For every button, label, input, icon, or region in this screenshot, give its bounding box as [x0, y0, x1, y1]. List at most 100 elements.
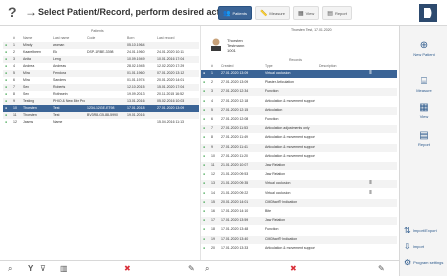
cell-type: Jaw Relation — [265, 172, 286, 177]
patient-row[interactable]: ● 11 Thorsten Test BV3R8-G5-88-5990 19.01.201… — [3, 112, 199, 119]
cell-created: 21.01.2020 09:35 — [221, 181, 249, 186]
record-row[interactable]: ● 2 27.01.2020 13:09 Plaster Articulation — [201, 79, 397, 87]
cell-type: Virtual occlusion — [265, 181, 291, 186]
patient-row[interactable]: ● 1 Mindy woman 05.10.1964 — [3, 42, 199, 49]
tab-view[interactable]: ▦ View — [292, 6, 320, 20]
report-button[interactable]: ▤ Report — [400, 130, 447, 147]
filter-clear-icon[interactable]: ⊽ — [40, 264, 46, 273]
record-row[interactable]: ● 13 21.01.2020 09:35 Virtual occlusion ≣ — [201, 180, 397, 189]
new-patient-button[interactable]: ⊕ New Patient — [400, 40, 447, 57]
cell-type: Jaw Relation — [265, 163, 286, 167]
record-row[interactable]: ● 5 27.01.2020 12:15 Articulation — [201, 106, 397, 115]
filter-icon[interactable]: Y — [28, 264, 33, 273]
cell-type: Bite — [265, 209, 272, 213]
cell-type: CMDfact® Indication — [265, 199, 298, 204]
delete-record-icon[interactable]: ✖ — [290, 264, 297, 273]
patient-row[interactable]: ● 4 Andrea Andreas 28.02.1945 12.02.2020 17:2… — [3, 63, 199, 70]
record-row[interactable]: ● 6 27.01.2020 12:08 Function — [201, 116, 397, 124]
record-status-dot-icon: ● — [203, 107, 206, 112]
record-row[interactable]: ● 8 27.01.2020 11:49 Articulation & movemen… — [201, 134, 397, 142]
record-status-dot-icon: ● — [203, 236, 206, 241]
cell-n: 7 — [211, 126, 213, 131]
cell-last: Roberts — [53, 85, 66, 89]
patient-row[interactable]: ● 3 Anita Leng 10.09.1949 10.01.2016 17:04 — [3, 56, 199, 63]
cell-type: Function — [265, 227, 279, 232]
record-row[interactable]: ● 3 27.01.2020 12:34 Function — [201, 88, 397, 97]
import-icon: ⇩ — [404, 242, 411, 251]
help-icon[interactable]: ? — [8, 4, 17, 20]
import-export-button[interactable]: ⇅ Import/Export — [404, 226, 437, 235]
main-tabs: 👥 Patients 📏 Measure ▦ View ▤ Report — [218, 6, 352, 20]
cell-created: 21.01.2020 09:53 — [221, 172, 249, 177]
cell-created: 20.01.2020 14:01 — [221, 199, 249, 204]
patient-avatar — [211, 38, 221, 51]
patient-row[interactable]: ● 12 Jasms Name 15.04.2016 11:13 — [3, 119, 199, 126]
cell-type: Function — [265, 117, 279, 121]
cell-born: 19.01.2016 — [127, 113, 145, 117]
edit-patient-icon[interactable]: ✎ — [188, 264, 195, 273]
cell-created: 17.01.2020 13:59 — [221, 218, 249, 223]
cell-n: 2 — [13, 50, 15, 54]
cell-rec: 27.01.2020 13:09 — [157, 106, 185, 110]
cell-type: Articulation & movement support — [265, 135, 315, 140]
cell-name: Kaarelbeen — [23, 50, 41, 54]
record-row[interactable]: ● 11 21.01.2020 10:07 Jaw Relation — [201, 162, 397, 170]
patient-row[interactable]: ● 2 Kaarelbeen Ek DSP-1RBE-3398 24.01.1960 24.… — [3, 49, 199, 56]
cell-born: 28.02.1945 — [127, 64, 145, 68]
import-export-label: Import/Export — [412, 228, 437, 233]
new-patient-icon: ⊕ — [419, 40, 429, 51]
columns-icon[interactable]: ▥ — [60, 264, 68, 273]
record-row[interactable]: ● 15 20.01.2020 14:01 CMDfact® Indication — [201, 198, 397, 207]
import-button[interactable]: ⇩ Import — [404, 242, 424, 251]
patients-group-header: Patients — [3, 28, 199, 35]
column-header: Created — [221, 64, 234, 68]
measure-icon: 📏 — [259, 10, 268, 17]
record-row[interactable]: ● 7 27.01.2020 11:53 Articulation adjustmen… — [201, 125, 397, 134]
record-row[interactable]: ● 12 21.01.2020 09:53 Jaw Relation — [201, 171, 397, 179]
cell-n: 5 — [211, 107, 213, 112]
tab-patients[interactable]: 👥 Patients — [218, 6, 252, 20]
patient-row[interactable]: ● 10 Thorsten Test 1234-12GE-ET98 17.01.2018 2… — [3, 105, 199, 112]
patient-row[interactable]: ● 9 Testing PHIO & New 8br Product 13.01.201… — [3, 98, 199, 105]
patient-born-line: Thorsten Test, 17.01.2020 — [291, 28, 332, 32]
cell-born: 24.01.1960 — [127, 50, 145, 54]
cell-type: CMDfact® Indication — [265, 236, 298, 241]
report-label: Report — [417, 142, 430, 147]
cell-rec: 15.04.2016 11:13 — [157, 120, 184, 124]
settings-icon: ⚙ — [404, 258, 412, 267]
search-icon[interactable]: ⌕ — [8, 264, 12, 274]
record-row[interactable]: ● 18 17.01.2020 13:48 Function — [201, 226, 397, 234]
edit-record-icon[interactable]: ✎ — [378, 264, 385, 273]
cell-created: 17.01.2020 14:10 — [221, 209, 249, 213]
record-row[interactable]: ● 1 27.01.2020 13:09 Virtual occlusion ≣ — [201, 70, 397, 78]
view-button[interactable]: ▦ View — [400, 102, 447, 119]
tab-report[interactable]: ▤ Report — [322, 6, 352, 20]
cell-type: Articulation & movement support — [265, 245, 315, 250]
record-status-dot-icon: ● — [203, 227, 206, 232]
record-row[interactable]: ● 10 27.01.2020 11:20 Articulation & moveme… — [201, 153, 397, 161]
record-row[interactable]: ● 19 17.01.2020 13:40 CMDfact® Indication — [201, 235, 397, 244]
delete-patient-icon[interactable]: ✖ — [124, 264, 131, 273]
cell-name: Andrea — [23, 64, 35, 68]
record-status-dot-icon: ● — [203, 190, 206, 195]
search-records-icon[interactable]: ⌕ — [205, 264, 209, 274]
record-row[interactable]: ● 9 27.01.2020 11:41 Articulation & movemen… — [201, 143, 397, 152]
tab-measure[interactable]: 📏 Measure — [254, 6, 290, 20]
patient-row[interactable]: ● 7 Sex Roberts 12.10.2015 15.01.2020 17:04 — [3, 84, 199, 91]
program-settings-button[interactable]: ⚙ Program settings — [404, 258, 443, 267]
patient-row[interactable]: ● 5 Mira Fendora 01.01.1960 07.01.2020 13:12 — [3, 70, 199, 77]
record-row[interactable]: ● 4 27.01.2020 12:18 Articulation & movemen… — [201, 98, 397, 106]
record-row[interactable]: ● 16 17.01.2020 14:10 Bite — [201, 208, 397, 216]
patient-row[interactable]: ● 8 Sex Rothwein 19.09.2013 20.11.2015 16:52 — [3, 91, 199, 98]
cell-n: 7 — [13, 85, 15, 89]
cell-type: Function — [265, 89, 279, 94]
record-row[interactable]: ● 20 17.01.2020 13:33 Articulation & moveme… — [201, 245, 397, 253]
measure-button[interactable]: ⌸ Measure — [400, 76, 447, 93]
cell-code: DSP-1RBE-3398 — [87, 50, 114, 54]
patient-row[interactable]: ● 6 Mira Sanders 01.01.1974 20.01.2020 14:01 — [3, 77, 199, 84]
record-row[interactable]: ● 14 21.01.2020 09:22 Virtual occlusion ≣ — [201, 190, 397, 198]
cell-born: 10.09.1949 — [127, 57, 145, 61]
cell-created: 27.01.2020 12:34 — [221, 89, 249, 94]
cell-born: 01.01.1960 — [127, 71, 145, 75]
record-row[interactable]: ● 17 17.01.2020 13:59 Jaw Relation — [201, 217, 397, 226]
